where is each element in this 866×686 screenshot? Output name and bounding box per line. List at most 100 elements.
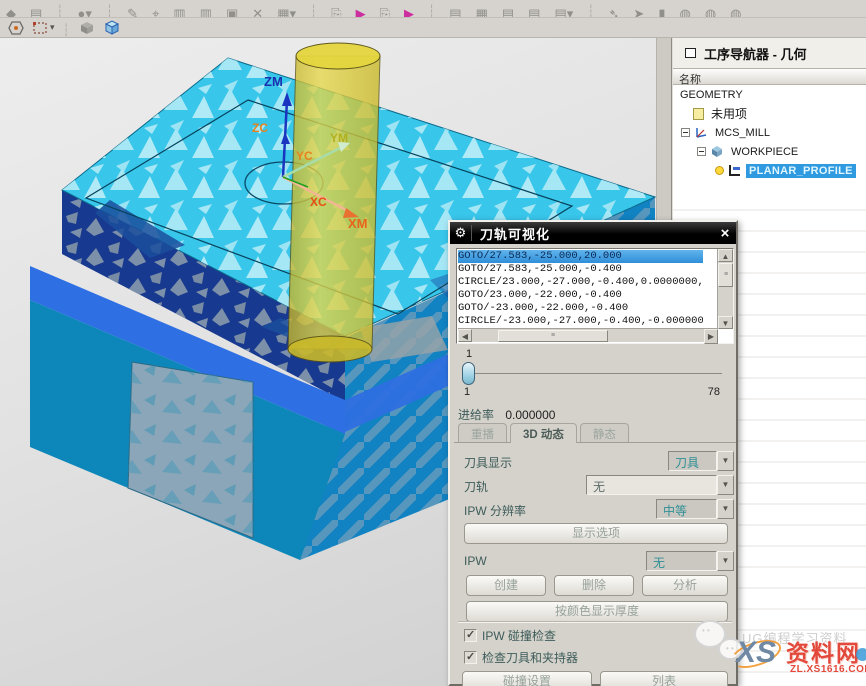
- toolpath-line[interactable]: CIRCLE/23.000,-27.000,-0.400,0.0000000,0…: [458, 276, 703, 289]
- copy-icon[interactable]: ⎘: [380, 7, 390, 18]
- collapse-icon[interactable]: [697, 147, 706, 156]
- scroll-left-icon[interactable]: ◀: [458, 329, 472, 342]
- horizontal-scroll-thumb[interactable]: ≡: [498, 330, 608, 342]
- dialog-titlebar[interactable]: ⚙ 刀轨可视化 ×: [450, 222, 736, 244]
- motion-slider-track[interactable]: [464, 373, 722, 374]
- toolbar-separator: ┆: [56, 4, 63, 18]
- chevron-down-icon[interactable]: ▼: [717, 475, 734, 495]
- slider-min-label: 1: [464, 386, 470, 398]
- planar-profile-icon: [728, 164, 742, 177]
- delete-x-icon[interactable]: ✕: [252, 7, 263, 18]
- snap-point-icon[interactable]: [8, 20, 24, 36]
- tree-row-unused[interactable]: 未用项: [673, 104, 866, 123]
- tab-3d-dynamic[interactable]: 3D 动态: [510, 423, 577, 443]
- tools-icon[interactable]: ➴: [609, 7, 620, 18]
- tree-row-mcs-mill[interactable]: MCS_MILL: [673, 123, 866, 142]
- ipw-dropdown[interactable]: 无 ▼: [646, 551, 734, 571]
- chevron-down-icon: ▾: [50, 22, 55, 33]
- tool-display-dropdown[interactable]: 刀具 ▼: [668, 451, 734, 471]
- chevron-down-icon[interactable]: ▼: [717, 551, 734, 571]
- nx-application-window: ◆ ▤ ┆ ●▾ ┆ ✎ ⌖ ▥ ▥ ▣ ✕ ▦▾ ┆ ⎘ ▶ ⎘ ▶ ┆ ▤ …: [0, 0, 866, 686]
- toolpath-line[interactable]: CIRCLE/-23.000,-27.000,-0.400,-0.0000000…: [458, 315, 703, 328]
- thickness-by-color-button[interactable]: 按颜色显示厚度: [466, 601, 728, 622]
- slot-icon[interactable]: ▣: [226, 7, 238, 18]
- shaded-icon[interactable]: ▮: [658, 7, 665, 18]
- arrow-pink-icon[interactable]: ▶: [356, 7, 366, 18]
- selection-rectangle-icon[interactable]: ▾: [32, 21, 55, 35]
- feature-icon[interactable]: ⌖: [152, 7, 159, 18]
- axis-label-xc: XC: [310, 195, 327, 209]
- toolpath-line[interactable]: GOTO/27.583,-25.000,-0.400: [458, 263, 703, 276]
- slider-max-label: 78: [708, 386, 720, 398]
- scroll-up-icon[interactable]: ▲: [718, 249, 733, 262]
- extra-icon[interactable]: ◍: [730, 7, 741, 18]
- feedrate-value: 0.000000: [505, 408, 555, 422]
- chevron-down-icon[interactable]: ▼: [717, 451, 734, 471]
- geometry-tree: GEOMETRY 未用项 MCS_MILL WORKPIECE PLANAR_P…: [673, 85, 866, 180]
- toolpath-line-selected[interactable]: GOTO/27.583,-25.000,20.000: [458, 250, 703, 263]
- group-icon[interactable]: ▦: [476, 7, 488, 18]
- chevron-down-icon[interactable]: ▼: [717, 499, 734, 519]
- tree-row-workpiece[interactable]: WORKPIECE: [673, 142, 866, 161]
- tree-row-geometry[interactable]: GEOMETRY: [673, 85, 866, 104]
- divider: [458, 621, 732, 622]
- wireframe-cube-icon[interactable]: [103, 19, 121, 36]
- display-options-button[interactable]: 显示选项: [464, 523, 728, 544]
- lightbulb-icon: [715, 166, 724, 175]
- datum-list-icon[interactable]: ▤: [30, 7, 42, 18]
- pad-icon[interactable]: ▥: [200, 7, 212, 18]
- collapse-icon[interactable]: [681, 128, 690, 137]
- ipw-resolution-row: IPW 分辨率 中等 ▼: [460, 499, 730, 519]
- tab-replay[interactable]: 重播: [458, 423, 507, 442]
- clipboard-icon[interactable]: ⎘: [331, 7, 341, 18]
- ipw-resolution-dropdown[interactable]: 中等 ▼: [656, 499, 734, 519]
- toolbar-separator: ┆: [310, 4, 317, 18]
- analyze-button[interactable]: 分析: [642, 575, 728, 596]
- list-button[interactable]: 列表: [600, 671, 728, 686]
- toolpath-row: 刀轨 无 ▼: [460, 475, 730, 495]
- visible-layer-icon[interactable]: ▤: [528, 7, 540, 18]
- ipw-collision-check-row[interactable]: IPW 碰撞检查: [464, 627, 556, 643]
- toolpath-line[interactable]: GOTO/23.000,-22.000,-0.400: [458, 289, 703, 302]
- pattern-icon[interactable]: ▦▾: [277, 7, 296, 18]
- pocket-icon[interactable]: ▥: [173, 7, 185, 18]
- collision-settings-button[interactable]: 碰撞设置: [462, 671, 592, 686]
- vertical-scrollbar[interactable]: ▲ ≡ ▼: [717, 249, 733, 329]
- toolpath-list[interactable]: GOTO/27.583,-25.000,20.000 GOTO/27.583,-…: [456, 248, 734, 344]
- wireframe-icon[interactable]: ◍: [679, 7, 690, 18]
- toolbar-separator: ┆: [587, 4, 594, 18]
- dynamic-tab-page: 刀具显示 刀具 ▼ 刀轨 无 ▼ IPW 分辨率 中等 ▼: [454, 442, 736, 686]
- tool-holder-check-row[interactable]: 检查刀具和夹持器: [464, 649, 578, 665]
- horizontal-scrollbar[interactable]: ◀ ≡ ▶: [458, 328, 718, 342]
- workpiece-icon: [710, 145, 724, 158]
- layer-icon[interactable]: ▤: [449, 7, 461, 18]
- tree-row-planar-profile[interactable]: PLANAR_PROFILE: [673, 161, 866, 180]
- checkbox-checked-icon[interactable]: [464, 651, 477, 664]
- scroll-down-icon[interactable]: ▼: [718, 316, 733, 329]
- toolbar-separator: ┆: [63, 23, 70, 37]
- solid-cube-icon[interactable]: [78, 20, 95, 36]
- part-icon[interactable]: ◆: [6, 7, 16, 18]
- scroll-right-icon[interactable]: ▶: [704, 329, 718, 344]
- toolbar-selection: ▾ ┆: [0, 18, 866, 38]
- navigator-header: 工序导航器 - 几何: [673, 38, 866, 68]
- ipw-resolution-label: IPW 分辨率: [464, 502, 526, 519]
- delete-button[interactable]: 删除: [554, 575, 634, 596]
- toolpath-line[interactable]: GOTO/-23.000,-22.000,-0.400: [458, 302, 703, 315]
- motion-slider-thumb[interactable]: [462, 362, 475, 385]
- sketch-icon[interactable]: ✎: [127, 7, 138, 18]
- vertical-scroll-thumb[interactable]: ≡: [718, 263, 733, 287]
- render-style-icon[interactable]: ➤: [633, 7, 644, 18]
- close-icon[interactable]: ×: [714, 225, 736, 242]
- sphere-icon[interactable]: ●▾: [78, 7, 92, 18]
- tab-static[interactable]: 静态: [580, 423, 629, 442]
- orient-icon[interactable]: ◍: [705, 7, 716, 18]
- checkbox-checked-icon[interactable]: [464, 629, 477, 642]
- layer-settings-icon[interactable]: ▤: [502, 7, 514, 18]
- column-header-name[interactable]: 名称: [673, 68, 866, 85]
- move-layer-icon[interactable]: ▤▾: [554, 7, 573, 18]
- toolpath-dropdown[interactable]: 无 ▼: [586, 475, 734, 495]
- arrow-pink2-icon[interactable]: ▶: [404, 7, 414, 18]
- create-button[interactable]: 创建: [466, 575, 546, 596]
- ipw-row: IPW 无 ▼: [460, 551, 730, 571]
